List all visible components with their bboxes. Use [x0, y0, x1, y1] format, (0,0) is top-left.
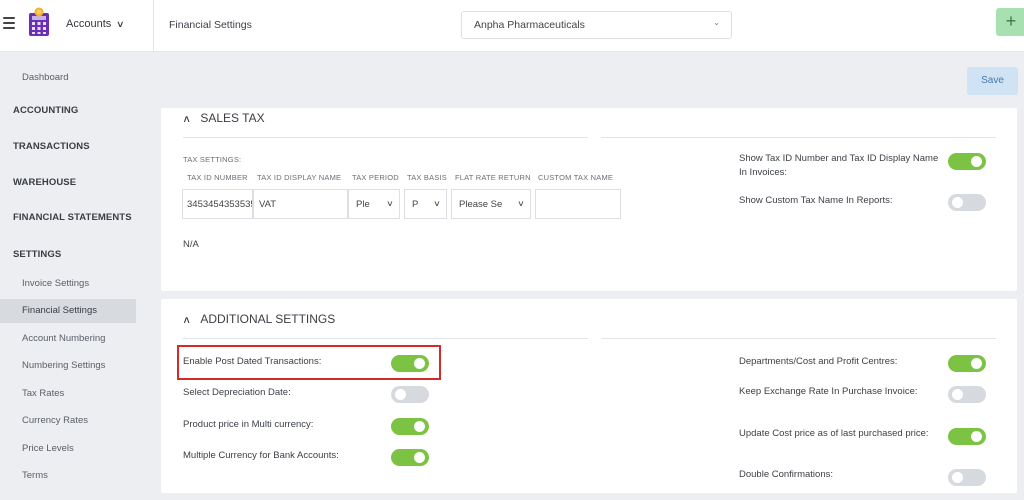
bank-multi-currency-toggle[interactable]: [391, 449, 429, 466]
tax-settings-label: TAX SETTINGS:: [183, 155, 242, 164]
chevron-up-icon: ∧: [182, 114, 192, 125]
toggle-knob: [395, 389, 406, 400]
sidebar: Dashboard ACCOUNTING TRANSACTIONS WAREHO…: [0, 53, 153, 500]
sidebar-section-settings[interactable]: SETTINGS: [0, 249, 150, 260]
top-bar: Accounts ∨ Financial Settings Anpha Pharm…: [0, 0, 1024, 52]
exchange-rate-toggle[interactable]: [948, 386, 986, 403]
show-custom-tax-label: Show Custom Tax Name In Reports:: [739, 195, 893, 206]
chevron-down-icon: ∨: [386, 199, 394, 208]
toggle-knob: [971, 431, 982, 442]
col-tax-basis: TAX BASIS: [407, 173, 448, 182]
sales-tax-header[interactable]: ∧ SALES TAX: [182, 111, 265, 125]
col-custom-tax-name: CUSTOM TAX NAME: [538, 173, 614, 182]
sidebar-item-currency-rates[interactable]: Currency Rates: [0, 409, 136, 433]
sidebar-item-account-numbering[interactable]: Account Numbering: [0, 327, 136, 351]
departments-label: Departments/Cost and Profit Centres:: [739, 356, 898, 367]
toggle-knob: [971, 358, 982, 369]
chevron-down-icon: ∨: [433, 199, 441, 208]
sidebar-section-financial-statements[interactable]: FINANCIAL STATEMENTS: [0, 212, 150, 223]
exchange-rate-label: Keep Exchange Rate In Purchase Invoice:: [739, 386, 918, 397]
flat-rate-return-select[interactable]: Please Se ∨: [451, 189, 531, 219]
toggle-knob: [414, 452, 425, 463]
multi-currency-price-toggle[interactable]: [391, 418, 429, 435]
bank-multi-currency-label: Multiple Currency for Bank Accounts:: [183, 450, 339, 461]
double-confirmations-label: Double Confirmations:: [739, 469, 833, 480]
sidebar-section-accounting[interactable]: ACCOUNTING: [0, 105, 150, 116]
col-flat-rate-return: FLAT RATE RETURN: [455, 173, 531, 182]
departments-toggle[interactable]: [948, 355, 986, 372]
show-tax-id-label: Show Tax ID Number and Tax ID Display Na…: [739, 153, 939, 178]
plus-icon: +: [1005, 11, 1017, 31]
tax-id-display-name-input[interactable]: VAT: [253, 189, 348, 219]
highlight-box: [177, 345, 441, 380]
show-custom-tax-toggle[interactable]: [948, 194, 986, 211]
sidebar-item-price-levels[interactable]: Price Levels: [0, 437, 136, 461]
divider: [601, 338, 996, 339]
sidebar-section-transactions[interactable]: TRANSACTIONS: [0, 141, 150, 152]
sales-tax-panel: ∧ SALES TAX TAX SETTINGS: TAX ID NUMBER T…: [161, 108, 1017, 291]
toggle-knob: [952, 197, 963, 208]
tax-basis-select[interactable]: P ∨: [404, 189, 447, 219]
toggle-knob: [414, 421, 425, 432]
additional-settings-header[interactable]: ∧ ADDITIONAL SETTINGS: [182, 312, 336, 326]
chevron-up-icon: ∧: [182, 315, 192, 326]
show-tax-id-toggle[interactable]: [948, 153, 986, 170]
divider: [183, 137, 588, 138]
additional-settings-panel: ∧ ADDITIONAL SETTINGS Enable Post Dated T…: [161, 299, 1017, 493]
company-select-value: Anpha Pharmaceuticals: [474, 19, 585, 31]
additional-settings-title: ADDITIONAL SETTINGS: [200, 312, 336, 326]
sidebar-item-numbering-settings[interactable]: Numbering Settings: [0, 354, 136, 378]
double-confirmations-toggle[interactable]: [948, 469, 986, 486]
module-switcher[interactable]: Accounts ∨: [66, 18, 125, 30]
header-divider: [153, 0, 154, 52]
sidebar-item-tax-rates[interactable]: Tax Rates: [0, 382, 136, 406]
na-text: N/A: [183, 239, 199, 250]
multi-currency-price-label: Product price in Multi currency:: [183, 419, 314, 430]
calculator-logo-icon[interactable]: [28, 7, 50, 37]
page-title: Financial Settings: [169, 19, 252, 31]
update-cost-toggle[interactable]: [948, 428, 986, 445]
sidebar-item-dashboard[interactable]: Dashboard: [0, 66, 136, 90]
chevron-down-icon: ∨: [517, 199, 525, 208]
sidebar-section-warehouse[interactable]: WAREHOUSE: [0, 177, 150, 188]
depreciation-date-label: Select Depreciation Date:: [183, 387, 291, 398]
toggle-knob: [971, 156, 982, 167]
tax-id-number-input[interactable]: 3453454353535: [182, 189, 253, 219]
chevron-down-icon: ⌄: [713, 18, 720, 27]
toggle-knob: [952, 389, 963, 400]
sidebar-item-invoice-settings[interactable]: Invoice Settings: [0, 272, 136, 296]
depreciation-date-toggle[interactable]: [391, 386, 429, 403]
update-cost-label: Update Cost price as of last purchased p…: [739, 428, 929, 439]
save-button[interactable]: Save: [967, 67, 1018, 95]
divider: [183, 338, 588, 339]
col-tax-period: TAX PERIOD: [352, 173, 399, 182]
col-tax-id-number: TAX ID NUMBER: [187, 173, 248, 182]
sidebar-item-financial-settings[interactable]: Financial Settings: [0, 299, 136, 323]
module-label: Accounts: [66, 18, 112, 30]
hamburger-icon[interactable]: [3, 17, 15, 29]
company-select[interactable]: Anpha Pharmaceuticals ⌄: [461, 11, 732, 39]
add-button[interactable]: +: [996, 8, 1024, 36]
sales-tax-title: SALES TAX: [200, 111, 265, 125]
sidebar-item-terms[interactable]: Terms: [0, 464, 136, 488]
chevron-down-icon: ∨: [116, 19, 125, 29]
tax-period-select[interactable]: Ple ∨: [348, 189, 400, 219]
divider: [601, 137, 996, 138]
custom-tax-name-input[interactable]: [535, 189, 621, 219]
toggle-knob: [952, 472, 963, 483]
col-tax-id-display-name: TAX ID DISPLAY NAME: [257, 173, 342, 182]
